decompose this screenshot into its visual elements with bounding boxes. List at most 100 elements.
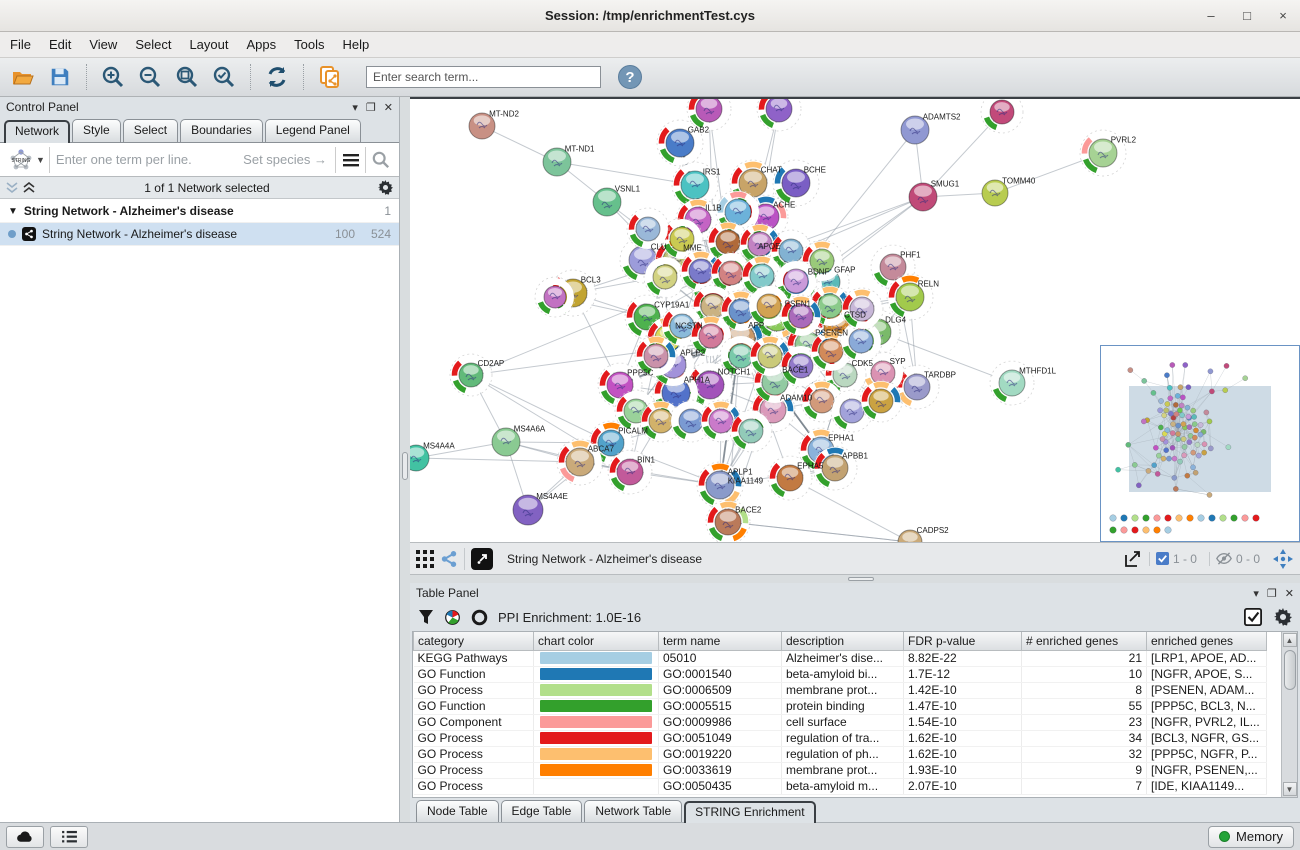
open-session-button[interactable] [8,62,38,92]
automation-status-button[interactable] [6,826,44,848]
menu-view[interactable]: View [89,37,117,52]
menu-help[interactable]: Help [343,37,370,52]
export-view-icon[interactable] [1123,549,1143,569]
gear-icon[interactable] [378,180,393,195]
scroll-down-arrow[interactable]: ▼ [1283,782,1297,796]
tab-node-table[interactable]: Node Table [416,800,499,822]
panel-float-icon[interactable]: ❐ [366,101,376,114]
vertical-splitter[interactable] [400,97,410,822]
minimize-button[interactable]: – [1204,8,1218,23]
maximize-button[interactable]: □ [1240,8,1254,23]
menu-tools[interactable]: Tools [294,37,324,52]
chart-color-icon[interactable] [444,609,461,626]
table-row[interactable]: GO FunctionGO:0001540beta-amyloid bi...1… [414,666,1267,682]
task-history-button[interactable] [50,826,88,848]
search-input[interactable] [366,66,601,88]
tree-expander-icon[interactable]: ▼ [8,206,18,217]
tab-boundaries[interactable]: Boundaries [180,119,263,142]
svg-text:KIAA1149: KIAA1149 [728,477,764,486]
column-header[interactable]: FDR p-value [904,632,1022,650]
table-row[interactable]: KEGG Pathways05010Alzheimer's dise...8.8… [414,650,1267,666]
zoom-out-button[interactable] [135,62,165,92]
menu-apps[interactable]: Apps [247,37,277,52]
column-header[interactable]: description [782,632,904,650]
select-check-icon[interactable] [1244,608,1262,626]
menu-file[interactable]: File [10,37,31,52]
tab-network-table[interactable]: Network Table [584,800,682,822]
table-panel: Table Panel ▾ ❐ ✕ PPI Enrichment: 1.0E-1… [410,583,1300,822]
scroll-up-arrow[interactable]: ▲ [1283,633,1297,647]
chart-color-swatch [540,668,652,680]
svg-text:BACE1: BACE1 [782,365,809,374]
table-row[interactable]: GO ProcessGO:0033619membrane prot...1.93… [414,762,1267,778]
tab-legend-panel[interactable]: Legend Panel [265,119,361,142]
network-canvas[interactable]: MT-ND2MT-ND1VSNL1GAB2ADAMTS2SMUG1TOMM40P… [410,97,1300,542]
panel-menu-icon[interactable]: ▾ [1253,587,1259,600]
ring-icon[interactable] [471,609,488,626]
svg-text:APBB1: APBB1 [842,451,868,460]
refresh-button[interactable] [262,62,292,92]
save-session-button[interactable] [45,62,75,92]
network-collection-row[interactable]: ▼ String Network - Alzheimer's disease 1 [0,200,399,223]
expand-all-icon[interactable] [6,182,19,194]
string-options-button[interactable] [335,147,365,173]
tab-network[interactable]: Network [4,120,70,143]
tab-string-enrichment[interactable]: STRING Enrichment [684,801,815,823]
table-row[interactable]: GO ProcessGO:0006509membrane prot...1.42… [414,682,1267,698]
filter-icon[interactable] [418,609,434,625]
menu-select[interactable]: Select [135,37,171,52]
clone-network-button[interactable] [315,62,345,92]
table-row[interactable]: GO ComponentGO:0009986cell surface1.54E-… [414,714,1267,730]
chart-color-swatch [540,764,652,776]
column-header[interactable]: enriched genes [1147,632,1267,650]
close-button[interactable]: × [1276,8,1290,23]
column-header[interactable]: chart color [534,632,659,650]
table-row[interactable]: GO ProcessGO:0050435beta-amyloid m...2.0… [414,778,1267,794]
column-header[interactable]: term name [659,632,782,650]
network-row[interactable]: String Network - Alzheimer's disease 100… [0,223,399,246]
table-row[interactable]: GO ProcessGO:0051049regulation of tra...… [414,730,1267,746]
navigator-icon[interactable] [1272,548,1294,570]
chart-color-swatch [540,684,652,696]
memory-button[interactable]: Memory [1208,826,1294,848]
string-logo-icon: STRING [8,148,34,172]
string-search-button[interactable] [365,147,395,173]
zoom-in-icon [101,65,125,89]
column-header[interactable]: # enriched genes [1022,632,1147,650]
zoom-fit-button[interactable] [172,62,202,92]
column-header[interactable]: category [414,632,534,650]
panel-close-icon[interactable]: ✕ [384,101,393,114]
tab-edge-table[interactable]: Edge Table [501,800,583,822]
svg-text:APH1A: APH1A [684,376,711,385]
string-protein-query-selector[interactable]: STRING ▼ [4,147,50,173]
splitter-handle[interactable] [402,452,408,480]
open-in-string-button[interactable] [471,548,493,570]
enrichment-table: categorychart colorterm namedescriptionF… [412,631,1298,798]
table-scrollbar[interactable]: ▲ ▼ [1281,632,1297,797]
horizontal-splitter[interactable] [410,575,1300,583]
ppi-enrichment-label: PPI Enrichment: 1.0E-16 [498,610,641,625]
tab-style[interactable]: Style [72,119,121,142]
table-row[interactable]: GO ProcessGO:0019220regulation of ph...1… [414,746,1267,762]
panel-float-icon[interactable]: ❐ [1267,587,1277,600]
zoom-in-button[interactable] [98,62,128,92]
panel-close-icon[interactable]: ✕ [1285,587,1294,600]
splitter-handle[interactable] [848,577,874,581]
birds-eye-view[interactable] [1100,345,1300,542]
grid-mode-icon[interactable] [416,550,434,568]
tab-select[interactable]: Select [123,119,178,142]
share-network-icon[interactable] [440,550,458,568]
control-panel-title: Control Panel [6,100,79,114]
table-row[interactable]: GO FunctionGO:0005515protein binding1.47… [414,698,1267,714]
menu-layout[interactable]: Layout [189,37,228,52]
menu-edit[interactable]: Edit [49,37,71,52]
panel-menu-icon[interactable]: ▾ [352,101,358,114]
gear-icon[interactable] [1274,608,1292,626]
string-query-input[interactable] [50,152,243,167]
scroll-thumb[interactable] [1284,650,1296,690]
zoom-selected-button[interactable] [209,62,239,92]
selected-count-badge: 1 - 0 [1149,552,1203,566]
control-panel-tabs: NetworkStyleSelectBoundariesLegend Panel [0,117,399,143]
collapse-all-icon[interactable] [23,182,36,194]
help-button[interactable]: ? [618,65,642,89]
